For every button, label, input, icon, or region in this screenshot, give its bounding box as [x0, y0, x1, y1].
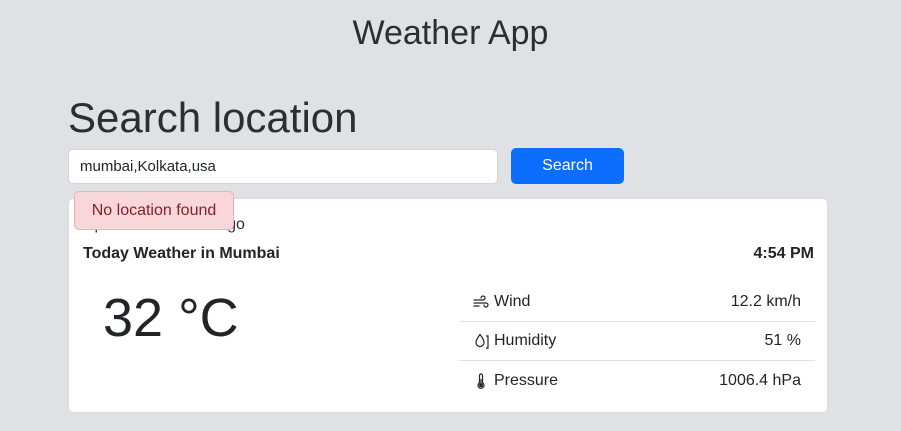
search-input[interactable]	[68, 149, 498, 184]
wind-icon	[473, 295, 489, 308]
humidity-row: Humidity 51 %	[459, 322, 815, 361]
wind-row: Wind 12.2 km/h	[459, 283, 815, 322]
humidity-value: 51 %	[764, 332, 801, 349]
thermometer-icon	[477, 372, 485, 389]
search-heading: Search location	[68, 94, 358, 141]
current-time: 4:54 PM	[753, 245, 814, 262]
today-weather-heading: Today Weather in Mumbai	[83, 245, 280, 262]
pressure-label: Pressure	[494, 371, 559, 389]
wind-value: 12.2 km/h	[730, 293, 801, 310]
temperature-value: 32 °C	[103, 288, 239, 348]
app-title: Weather App	[352, 14, 549, 52]
weather-details-list: Wind 12.2 km/h Humidity 51 % Pressure 10…	[459, 283, 815, 400]
error-alert: No location found	[74, 191, 234, 230]
pressure-row: Pressure 1006.4 hPa	[459, 361, 815, 400]
search-button[interactable]: Search	[511, 148, 624, 184]
droplet-icon	[475, 333, 489, 349]
wind-label: Wind	[494, 293, 531, 310]
weather-card: Updated: 1 minute ago Today Weather in M…	[68, 198, 828, 413]
pressure-value: 1006.4 hPa	[719, 371, 801, 389]
humidity-label: Humidity	[494, 332, 557, 349]
